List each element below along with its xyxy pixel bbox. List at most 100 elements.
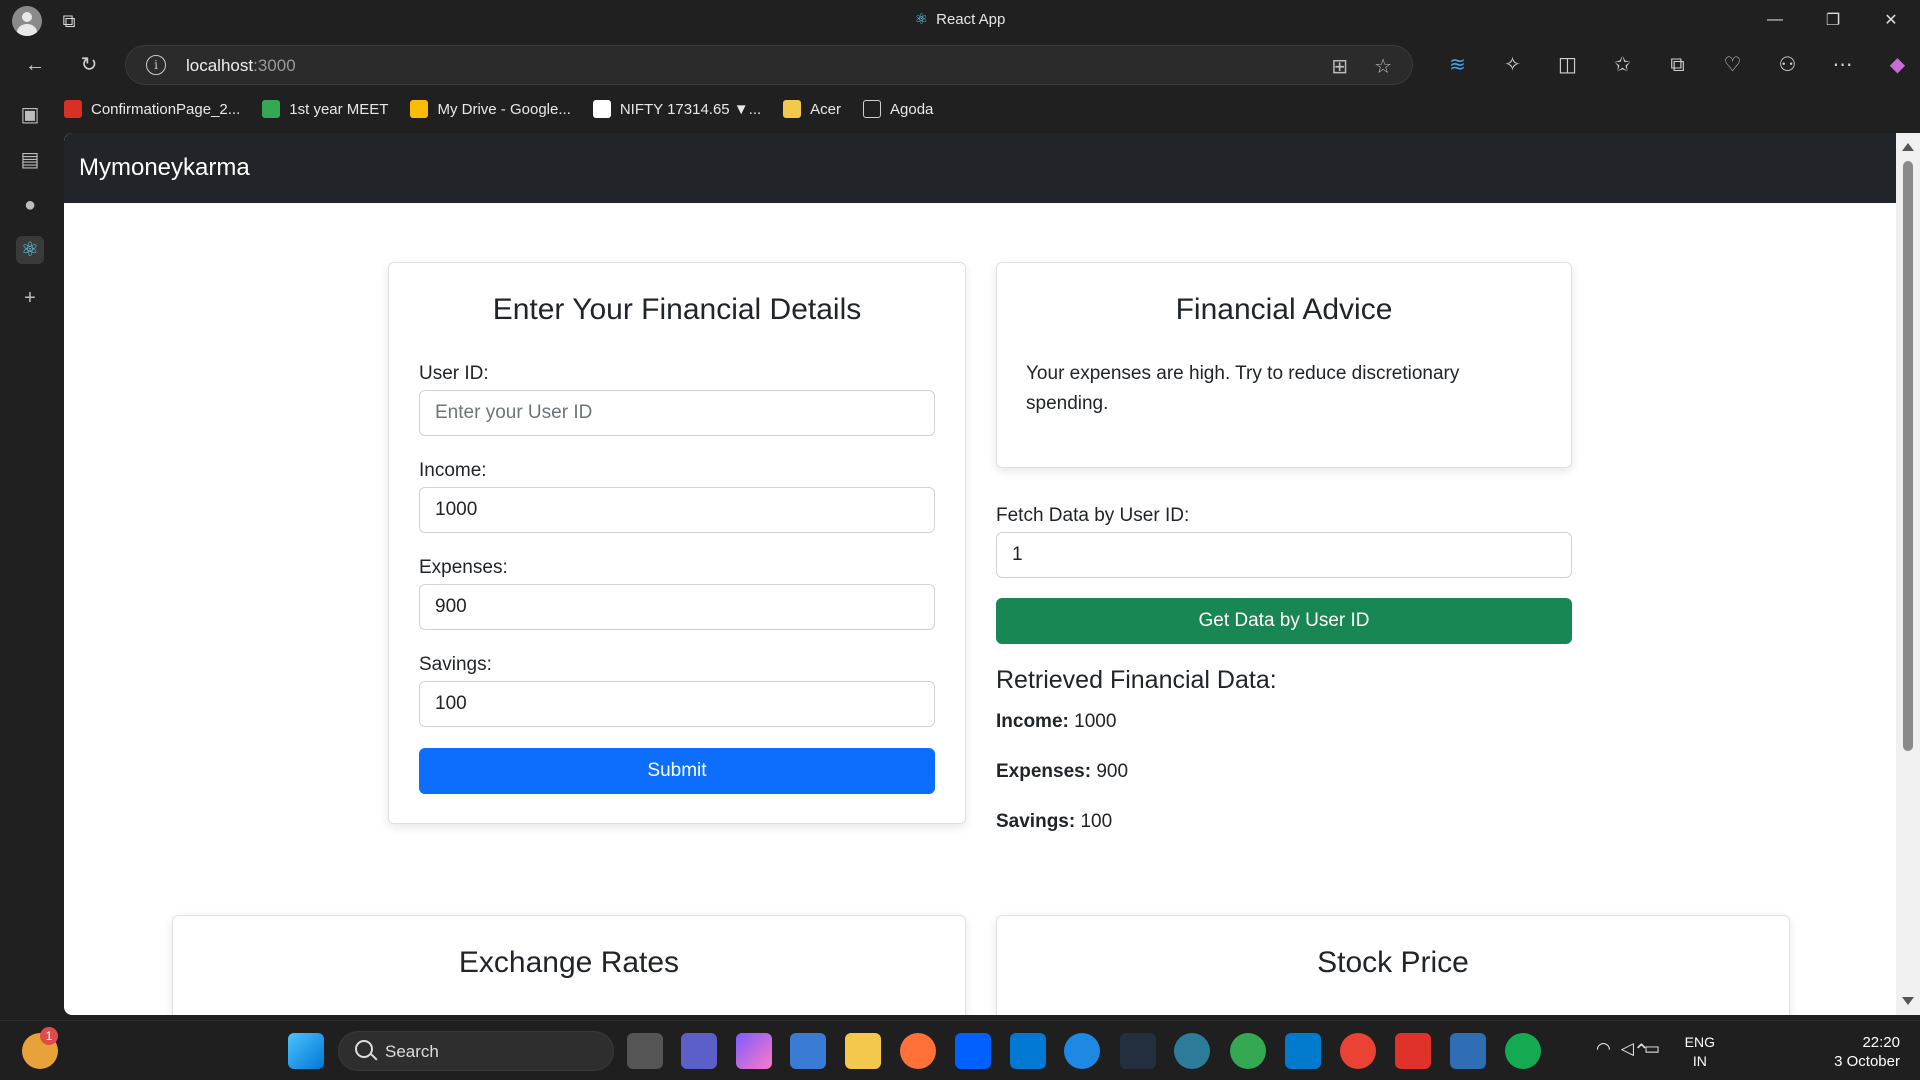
page-viewport: Mymoneykarma Enter Your Financial Detail… [64,133,1896,1015]
new-tab-plus-icon[interactable]: + [16,284,44,312]
income-label: Income: [419,460,487,481]
advice-title: Financial Advice [1175,293,1393,326]
scroll-down-icon[interactable] [1902,997,1914,1005]
language-indicator[interactable]: ENG IN [1685,1033,1715,1071]
react-icon: ⚛ [914,11,929,28]
taskbar-search[interactable]: Search [338,1031,614,1071]
app-navbar: Mymoneykarma [64,133,1896,203]
restore-button[interactable]: ❐ [1804,0,1862,40]
photos-icon[interactable] [1450,1033,1486,1069]
store-icon[interactable] [790,1033,826,1069]
pdf-icon [64,100,82,118]
bookmarks-bar: ConfirmationPage_2... 1st year MEET My D… [64,90,1914,128]
weather-widget-icon[interactable]: 1 [22,1027,58,1069]
notification-badge: 1 [40,1027,58,1045]
file-explorer-icon[interactable] [845,1033,881,1069]
vscode-icon[interactable] [1285,1033,1321,1069]
minimize-button[interactable]: — [1746,0,1804,40]
retrieved-title: Retrieved Financial Data: [996,666,1277,694]
bookmark-item[interactable]: 1st year MEET [262,100,388,118]
expenses-input[interactable] [419,584,935,630]
brand-logo[interactable]: Mymoneykarma [79,154,250,182]
folder-icon [783,100,802,118]
back-icon[interactable]: ← [20,50,50,80]
app-available-icon[interactable]: ⊞ [1331,54,1348,79]
vertical-tabs-icon[interactable]: ▣ [16,101,44,129]
collections-icon[interactable]: ⧉ [1650,48,1705,82]
financial-advice-card: Financial Advice Your expenses are high.… [996,262,1572,468]
firefox-icon[interactable] [900,1033,936,1069]
bookmark-item[interactable]: ConfirmationPage_2... [64,100,240,118]
retrieved-savings: Savings: 100 [996,811,1113,832]
user-id-input[interactable] [419,390,935,436]
page-icon [863,100,881,118]
reload-icon[interactable]: ↻ [74,50,104,80]
extensions-puzzle-icon[interactable]: ✧ [1485,48,1540,82]
split-screen-icon[interactable]: ◫ [1540,48,1595,82]
site-info-icon[interactable]: i [146,55,166,75]
chrome-icon[interactable] [1340,1033,1376,1069]
chrome-profile-icon[interactable] [1230,1033,1266,1069]
page-scrollbar[interactable] [1896,133,1920,1015]
battery-icon[interactable]: ▭ [1644,1039,1660,1059]
start-menu-icon[interactable] [288,1033,324,1069]
extension-icon[interactable]: ≋ [1430,48,1485,82]
retrieved-expenses: Expenses: 900 [996,761,1129,782]
savings-input[interactable] [419,681,935,727]
browser-essentials-icon[interactable]: ♡ [1705,48,1760,82]
sync-app-icon[interactable] [1064,1033,1100,1069]
github-icon[interactable]: ● [16,191,44,219]
bookmark-item[interactable]: My Drive - Google... [410,100,571,118]
user-id-label: User ID: [419,363,489,384]
wps-office-icon[interactable] [1395,1033,1431,1069]
fetch-user-id-input[interactable] [996,532,1572,578]
scroll-thumb[interactable] [1903,161,1913,751]
address-bar[interactable]: i localhost:3000 ⊞ ☆ [125,45,1413,85]
meet-icon [262,100,281,118]
stock-price-card: Stock Price [996,915,1790,1015]
stock-price-title: Stock Price [1317,946,1469,979]
form-title: Enter Your Financial Details [492,293,862,326]
url-text[interactable]: localhost:3000 [186,56,296,76]
share-icon[interactable]: ⚇ [1760,48,1815,82]
teams-icon[interactable] [681,1033,717,1069]
mongodb-compass-icon[interactable] [1505,1033,1541,1069]
amazon-icon[interactable] [1120,1033,1156,1069]
bookmark-item[interactable]: NIFTY 17314.65 ▼... [592,100,761,118]
window-title-bar: ⧉ ⚛ React App — ❐ ✕ [0,0,1920,40]
window-title: React App [936,11,1006,28]
favorites-icon[interactable]: ✩ [1595,48,1650,82]
wifi-icon[interactable]: ◠ [1596,1039,1611,1059]
workspace-tab-icon[interactable]: ▤ [16,146,44,174]
system-tray-icons[interactable]: ◠ ◁ ▭ [1596,1039,1660,1059]
volume-icon[interactable]: ◁ [1621,1039,1634,1059]
mail-icon[interactable] [1010,1033,1046,1069]
income-input[interactable] [419,487,935,533]
clock[interactable]: 22:20 3 October [1834,1033,1900,1071]
dropbox-icon[interactable] [955,1033,991,1069]
search-icon [355,1040,373,1058]
copilot-icon[interactable]: ◆ [1870,48,1920,82]
edge-icon[interactable] [1174,1033,1210,1069]
more-menu-icon[interactable]: ⋯ [1815,48,1870,82]
get-data-button[interactable]: Get Data by User ID [996,598,1572,644]
react-tab-icon[interactable]: ⚛ [16,236,44,264]
close-button[interactable]: ✕ [1862,0,1920,40]
scroll-up-icon[interactable] [1902,143,1914,151]
google-drive-icon [410,100,429,118]
task-view-icon[interactable] [627,1033,663,1069]
windows-taskbar: 1 Search ⌃ ◠ ◁ ▭ ENG IN 22:20 3 October [0,1020,1920,1080]
financial-details-card: Enter Your Financial Details User ID: In… [388,262,966,824]
retrieved-income: Income: 1000 [996,711,1117,732]
favorite-star-icon[interactable]: ☆ [1374,54,1392,79]
bookmark-item[interactable]: Agoda [863,100,933,118]
submit-button[interactable]: Submit [419,748,935,794]
advice-text: Your expenses are high. Try to reduce di… [1026,363,1460,414]
browser-sidebar: ▣ ▤ ● ⚛ + [0,90,64,1020]
savings-label: Savings: [419,654,492,675]
fetch-label: Fetch Data by User ID: [996,505,1190,526]
expenses-label: Expenses: [419,557,508,578]
copilot-app-icon[interactable] [736,1033,772,1069]
bookmark-item[interactable]: Acer [783,100,841,118]
exchange-rates-title: Exchange Rates [458,946,680,979]
